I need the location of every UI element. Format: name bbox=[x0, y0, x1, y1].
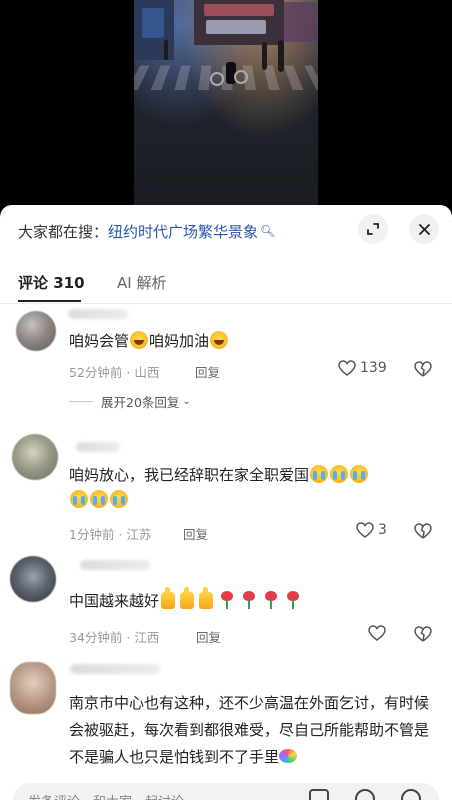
comment-text: 南京市中心也有这种，还不少高温在外面乞讨，有时候会被驱赶，每次看到都很难受，尽自… bbox=[69, 694, 430, 766]
trending-search-term[interactable]: 纽约时代广场繁华景象 bbox=[108, 221, 258, 242]
username[interactable] bbox=[68, 309, 128, 319]
divider bbox=[0, 303, 452, 304]
comment-text: 中国越来越好 bbox=[69, 587, 429, 614]
comment-input[interactable]: 发条评论，和大家一起讨论 bbox=[13, 783, 439, 800]
emoji-icon[interactable] bbox=[401, 789, 421, 800]
like-button[interactable] bbox=[368, 625, 390, 641]
tab-ai-analysis[interactable]: AI 解析 bbox=[117, 272, 166, 293]
tab-comments[interactable]: 评论 310 bbox=[18, 272, 85, 293]
comment-tabs: 评论 310 AI 解析 bbox=[0, 263, 452, 303]
crying-emoji-icon bbox=[90, 490, 108, 508]
like-button[interactable]: 3 bbox=[356, 522, 387, 538]
comment-text: 咱妈放心，我已经辞职在家全职爱国 bbox=[69, 463, 429, 513]
close-icon bbox=[418, 223, 430, 235]
laughing-emoji-icon bbox=[210, 331, 229, 349]
rainbow-emoji-icon bbox=[279, 747, 299, 765]
crying-emoji-icon bbox=[330, 465, 349, 483]
chevron-down-icon: ⌄ bbox=[182, 396, 191, 407]
dislike-button[interactable] bbox=[414, 523, 432, 543]
broken-heart-icon bbox=[414, 626, 432, 642]
trending-search-prefix: 大家都在搜： bbox=[18, 222, 109, 241]
crying-emoji-icon bbox=[350, 465, 369, 483]
search-icon: 🔍︎ bbox=[260, 224, 276, 238]
thumbs-up-emoji-icon bbox=[199, 587, 214, 609]
avatar[interactable] bbox=[10, 556, 56, 602]
mention-icon[interactable] bbox=[355, 789, 375, 800]
avatar[interactable] bbox=[10, 662, 56, 714]
expand-button[interactable] bbox=[358, 214, 388, 244]
comment-sheet: 大家都在搜： 纽约时代广场繁华景象 🔍︎ 评论 310 AI 解析 咱妈会管 咱妈… bbox=[0, 205, 452, 800]
crying-emoji-icon bbox=[70, 490, 88, 508]
comment-item: 南京市中心也有这种，还不少高温在外面乞讨，有时候会被驱赶，每次看到都很难受，尽自… bbox=[0, 650, 452, 790]
expand-line bbox=[69, 401, 93, 402]
thumbs-up-emoji-icon bbox=[180, 587, 195, 609]
rose-emoji-icon bbox=[286, 591, 300, 609]
broken-heart-icon bbox=[414, 361, 432, 377]
comment-meta: 34分钟前 · 江西 bbox=[69, 630, 160, 645]
rose-emoji-icon bbox=[220, 591, 234, 609]
reply-button[interactable]: 回复 bbox=[183, 524, 208, 543]
avatar[interactable] bbox=[16, 311, 56, 351]
heart-icon bbox=[356, 522, 374, 538]
thumbs-up-emoji-icon bbox=[161, 587, 176, 609]
crying-emoji-icon bbox=[110, 490, 128, 508]
reply-button[interactable]: 回复 bbox=[195, 362, 220, 381]
image-icon[interactable] bbox=[309, 789, 329, 800]
expand-replies-button[interactable]: 展开20条回复 ⌄ bbox=[69, 392, 191, 411]
trending-search[interactable]: 大家都在搜： 纽约时代广场繁华景象 🔍︎ bbox=[18, 219, 275, 243]
dislike-button[interactable] bbox=[414, 626, 432, 646]
heart-icon bbox=[338, 360, 356, 376]
comment-item: 中国越来越好 34分钟前 · 江西 回复 bbox=[0, 550, 452, 650]
avatar[interactable] bbox=[12, 434, 58, 480]
like-button[interactable]: 139 bbox=[338, 360, 387, 376]
username[interactable] bbox=[76, 442, 120, 452]
rose-emoji-icon bbox=[264, 591, 278, 609]
laughing-emoji-icon bbox=[130, 331, 149, 349]
comment-input-bar: 发条评论，和大家一起讨论 bbox=[0, 783, 452, 800]
dislike-button[interactable] bbox=[414, 361, 432, 381]
video-frame bbox=[134, 0, 318, 205]
rose-emoji-icon bbox=[242, 591, 256, 609]
close-button[interactable] bbox=[409, 214, 439, 244]
active-tab-indicator bbox=[18, 300, 81, 302]
username[interactable] bbox=[70, 664, 160, 674]
comment-item: 咱妈放心，我已经辞职在家全职爱国 1分钟前 · 江苏 回复 3 bbox=[0, 430, 452, 550]
reply-button[interactable]: 回复 bbox=[196, 627, 221, 646]
comment-text: 咱妈会管 咱妈加油 bbox=[69, 329, 429, 354]
like-count: 3 bbox=[378, 522, 387, 538]
comment-meta: 52分钟前 · 山西 bbox=[69, 365, 160, 380]
comment-meta: 1分钟前 · 江苏 bbox=[69, 527, 152, 542]
comment-input-placeholder: 发条评论，和大家一起讨论 bbox=[28, 791, 184, 800]
username[interactable] bbox=[80, 560, 150, 570]
crying-emoji-icon bbox=[310, 465, 329, 483]
heart-icon bbox=[368, 625, 386, 641]
broken-heart-icon bbox=[414, 523, 432, 539]
like-count: 139 bbox=[360, 360, 387, 376]
expand-icon bbox=[367, 223, 379, 235]
comment-item: 咱妈会管 咱妈加油 52分钟前 · 山西 回复 139 展开20条回复 ⌄ bbox=[0, 305, 452, 415]
video-player[interactable] bbox=[0, 0, 452, 210]
